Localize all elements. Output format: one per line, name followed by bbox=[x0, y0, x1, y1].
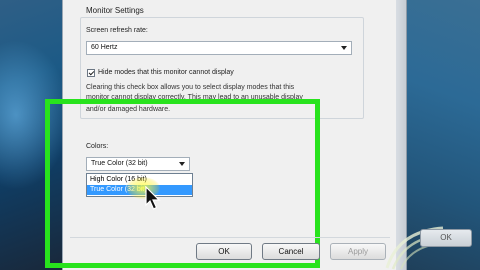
chevron-down-icon bbox=[341, 46, 347, 50]
description-line-1: Clearing this check box allows you to se… bbox=[86, 84, 295, 91]
hide-modes-label: Hide modes that this monitor cannot disp… bbox=[98, 69, 234, 76]
colors-label: Colors: bbox=[86, 143, 109, 150]
refresh-rate-dropdown[interactable]: 60 Hertz bbox=[86, 41, 352, 55]
ok-button[interactable]: OK bbox=[196, 243, 252, 260]
refresh-rate-value: 60 Hertz bbox=[91, 44, 118, 51]
checkmark-icon bbox=[88, 69, 95, 76]
monitor-settings-title: Monitor Settings bbox=[86, 6, 144, 15]
colors-dropdown[interactable]: True Color (32 bit) bbox=[86, 157, 190, 171]
mouse-cursor-icon bbox=[145, 186, 161, 210]
background-ok-button[interactable]: OK bbox=[420, 229, 472, 247]
refresh-rate-label: Screen refresh rate: bbox=[86, 27, 148, 34]
apply-button[interactable]: Apply bbox=[330, 243, 386, 260]
cancel-button[interactable]: Cancel bbox=[262, 243, 320, 260]
hide-modes-checkbox[interactable] bbox=[87, 69, 95, 77]
footer-separator bbox=[70, 237, 390, 238]
chevron-down-icon bbox=[179, 162, 185, 166]
colors-selected-value: True Color (32 bit) bbox=[91, 160, 148, 167]
